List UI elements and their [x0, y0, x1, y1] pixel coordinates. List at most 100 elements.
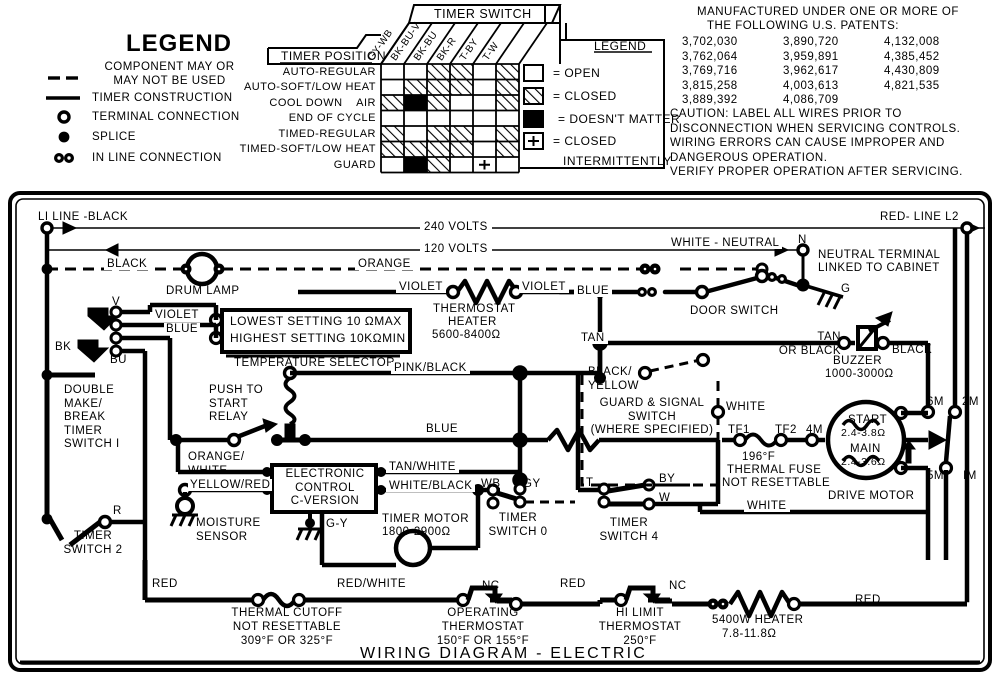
term-by-label: BY: [659, 473, 676, 485]
red-left-label: RED: [152, 578, 178, 590]
heater-resistor-icon: [728, 589, 792, 619]
black-yellow-label: BLACK/ YELLOW: [588, 366, 639, 392]
pink-black-label: PINK/BLACK: [391, 362, 470, 374]
patents-heading-2: THE FOLLOWING U.S. PATENTS:: [707, 20, 899, 32]
red-white-label: RED/WHITE: [337, 578, 407, 590]
timer-row-header-3: END OF CYCLE: [288, 112, 376, 124]
timer-table-title: TIMER SWITCH: [434, 7, 532, 21]
orange-white-label: ORANGE/ WHITE: [188, 451, 245, 477]
timer-cell-3-1: [404, 110, 427, 126]
patents-column-2: 3,890,720 3,959,891 3,962,617 4,003,613 …: [783, 36, 839, 106]
timer-cell-4-3: [450, 126, 473, 142]
timer-cell-4-0: [381, 126, 404, 142]
timer-cell-2-4: [473, 95, 496, 111]
term-r-label: R: [113, 505, 122, 517]
thermal-cutoff-label: THERMAL CUTOFF NOT RESETTABLE 309°F OR 3…: [231, 607, 343, 647]
legend-item-3-label: SPLICE: [92, 131, 136, 143]
timer-cell-1-2: [427, 79, 450, 95]
timer-cell-6-2: [427, 157, 450, 173]
term-4m-label: 4M: [806, 424, 823, 436]
timer-cell-1-0: [381, 79, 404, 95]
timer-row-header-4: TIMED-REGULAR: [278, 127, 376, 140]
timer-cell-4-4: [473, 126, 496, 142]
timer-cell-5-0: [381, 141, 404, 157]
timer-legend-1: = CLOSED: [553, 89, 617, 103]
timer-cell-5-2: [427, 141, 450, 157]
drum-lamp-label: DRUM LAMP: [166, 285, 240, 297]
term-w-label: W: [659, 492, 671, 504]
timer-cell-2-1: [404, 95, 427, 111]
buzzer-label-1: BUZZER: [833, 355, 882, 367]
timer-switch-0-label: TIMER SWITCH 0: [488, 512, 548, 538]
timer-cell-4-2: [427, 126, 450, 142]
blue-ts-label: BLUE: [164, 323, 201, 335]
timer-cell-2-0: [381, 95, 404, 111]
door-switch-label: DOOR SWITCH: [690, 305, 779, 317]
timer-cell-2-5: [496, 95, 519, 111]
timer-motor-label-1: TIMER MOTOR: [382, 513, 470, 525]
timer-row-header-0: AUTO-REGULAR: [282, 65, 376, 78]
door-switch-nodes: [637, 268, 787, 300]
thermostat-heater-label-1: THERMOSTAT: [433, 303, 516, 315]
thermal-cutoff-icon: [261, 591, 297, 609]
heater-label-1: 5400W HEATER: [712, 614, 804, 626]
operating-thermostat-label: OPERATING THERMOSTAT 150°F OR 155°F: [436, 607, 530, 647]
wb-label: WB: [481, 478, 501, 490]
tf2-label: TF2: [775, 424, 797, 436]
temp-selector-line1: LOWEST SETTING 10 ΩMAX: [230, 314, 402, 328]
gy-label: GY: [523, 478, 541, 490]
tf1-label: TF1: [728, 424, 750, 436]
blue-door-label: BLUE: [574, 285, 613, 297]
red-mid-label: RED: [560, 578, 586, 590]
timer-cell-2-2: [427, 95, 450, 111]
white-neutral-label: WHITE - NEUTRAL: [668, 237, 783, 249]
motor-main-label-1: MAIN: [850, 443, 881, 455]
thermostat-heater-label-3: 5600-8400Ω: [432, 329, 501, 341]
timer-switch-4-label: TIMER SWITCH 4: [599, 517, 659, 543]
timer-cell-1-4: [473, 79, 496, 95]
blue-main-label: BLUE: [423, 423, 462, 435]
orange-wire-label: ORANGE: [355, 258, 414, 270]
ground-g-label: G: [841, 283, 851, 295]
timer-cell-3-4: [473, 110, 496, 126]
neutral-terminal-label-1: NEUTRAL TERMINAL: [818, 249, 941, 261]
neutral-n-label: N: [798, 234, 807, 246]
timer-cell-4-1: [404, 126, 427, 142]
timer-cell-1-5: [496, 79, 519, 95]
diagram-title: WIRING DIAGRAM - ELECTRIC: [360, 645, 648, 662]
timer-cell-5-5: [496, 141, 519, 157]
black-buzz-label: BLACK: [892, 344, 933, 356]
temp-selector-line2: HIGHEST SETTING 10KΩMIN: [230, 331, 406, 345]
timer-cell-5-1: [404, 141, 427, 157]
white-tf-label: WHITE: [726, 401, 766, 413]
term-bk-label: BK: [55, 341, 72, 353]
term-t-label: T: [586, 477, 594, 489]
timer-cell-3-5: [496, 110, 519, 126]
caution-text: CAUTION: LABEL ALL WIRES PRIOR TO DISCON…: [670, 108, 963, 178]
timer-legend-0: = OPEN: [553, 66, 601, 80]
timer-cell-2-3: [450, 95, 473, 111]
timer-cell-1-1: [404, 79, 427, 95]
timer-cell-4-5: [496, 126, 519, 142]
timer-cell-3-3: [450, 110, 473, 126]
timer-cell-1-3: [450, 79, 473, 95]
nc2-label: NC: [669, 580, 687, 592]
heater-label-2: 7.8-11.8Ω: [722, 628, 777, 640]
resistor-icon: [455, 278, 519, 306]
tan-white-label: TAN/WHITE: [386, 461, 459, 473]
timer-cell-6-0: [381, 157, 404, 173]
timer-row-header-5: TIMED-SOFT/LOW HEAT: [239, 143, 376, 155]
push-to-start-label: PUSH TO START RELAY: [209, 384, 264, 423]
timer-cell-0-2: [427, 64, 450, 80]
term-bu-label: BU: [110, 354, 127, 366]
buzzer-label-2: 1000-3000Ω: [825, 368, 894, 380]
electronic-control-label: ELECTRONIC CONTROL C-VERSION: [285, 468, 365, 507]
tan-or-black-label: TAN OR BLACK: [778, 331, 841, 357]
term-5m-label: 5M: [927, 470, 944, 482]
patents-column-1: 3,702,030 3,762,064 3,769,716 3,815,258 …: [682, 36, 738, 106]
patents-column-3: 4,132,008 4,385,452 4,430,809 4,821,535: [884, 36, 940, 92]
white-motor-label: WHITE: [744, 500, 790, 512]
fuse-icon: [743, 432, 779, 448]
legend-title: LEGEND: [126, 30, 233, 57]
timer-row-header-6: GUARD: [333, 158, 376, 171]
